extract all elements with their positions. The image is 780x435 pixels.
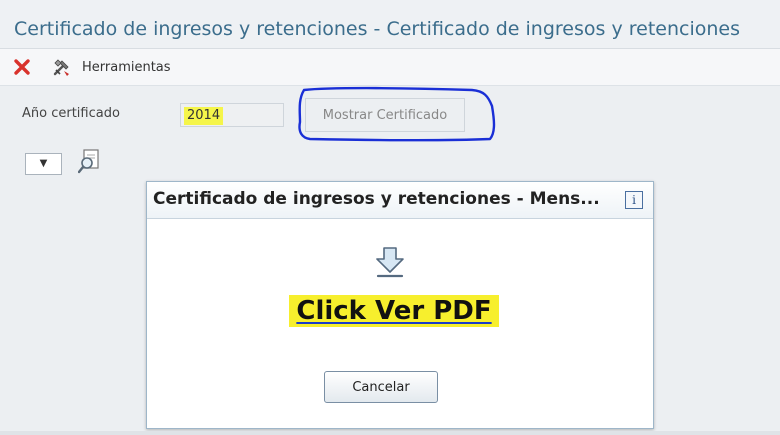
view-pdf-link[interactable]: Click Ver PDF (289, 295, 499, 327)
dialog-title: Certificado de ingresos y retenciones - … (153, 189, 600, 209)
year-label: Año certificado (22, 106, 120, 121)
bottom-edge (0, 431, 780, 435)
window-title-bar: Certificado de ingresos y retenciones - … (0, 12, 780, 49)
dialog-header: Certificado de ingresos y retenciones - … (147, 182, 653, 219)
info-icon[interactable]: i (625, 191, 643, 209)
close-icon[interactable] (13, 58, 31, 76)
search-icon[interactable] (78, 148, 102, 174)
tools-menu[interactable]: Herramientas (82, 60, 171, 75)
dropdown-select[interactable]: ▼ (25, 153, 62, 175)
annotation-circle (298, 86, 496, 142)
year-value: 2014 (184, 107, 224, 125)
window-title: Certificado de ingresos y retenciones - … (14, 18, 740, 40)
download-arrow-icon (376, 247, 404, 278)
message-dialog: Certificado de ingresos y retenciones - … (146, 181, 654, 429)
chevron-down-icon: ▼ (39, 158, 48, 169)
toolbar: Herramientas (0, 49, 780, 86)
year-input[interactable]: 2014 (180, 103, 284, 127)
cancel-button[interactable]: Cancelar (324, 371, 438, 403)
tools-icon[interactable] (52, 57, 72, 77)
